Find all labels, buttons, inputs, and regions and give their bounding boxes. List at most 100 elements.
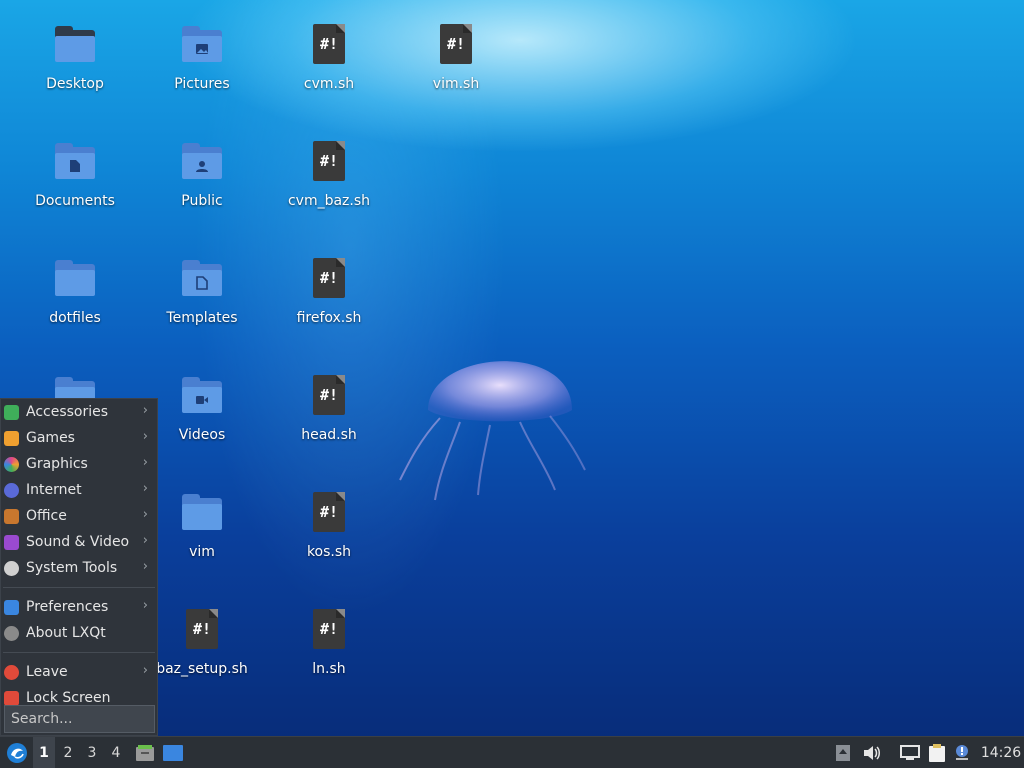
icon-label: Desktop xyxy=(46,76,104,92)
menu-item-system-tools[interactable]: System Tools › xyxy=(1,555,157,581)
icon-label: cvm_baz.sh xyxy=(287,193,371,209)
volume-button[interactable] xyxy=(860,737,884,768)
templates-folder-icon xyxy=(180,256,224,300)
folder-icon xyxy=(180,490,224,534)
videos-folder-icon xyxy=(180,373,224,417)
icon-label: kos.sh xyxy=(306,544,352,560)
menu-item-preferences[interactable]: Preferences › xyxy=(1,594,157,620)
menu-item-label: Sound & Video xyxy=(26,534,130,550)
icon-label: Templates xyxy=(166,310,238,326)
submenu-arrow-icon: › xyxy=(142,598,148,613)
sound-video-icon xyxy=(4,535,19,550)
internet-icon xyxy=(4,483,19,498)
office-icon xyxy=(4,509,19,524)
show-desktop-button[interactable] xyxy=(161,737,185,768)
workspace-3-button[interactable]: 3 xyxy=(81,737,103,768)
folder-icon xyxy=(53,256,97,300)
lxqt-logo-icon xyxy=(7,743,27,763)
workspace-2-button[interactable]: 2 xyxy=(57,737,79,768)
submenu-arrow-icon: › xyxy=(142,429,148,444)
pictures-folder-icon xyxy=(180,22,224,66)
arrow-up-icon xyxy=(836,745,850,761)
menu-item-graphics[interactable]: Graphics › xyxy=(1,451,157,477)
documents-folder-icon xyxy=(53,139,97,183)
menu-separator xyxy=(3,581,155,588)
icon-label: vim.sh xyxy=(432,76,480,92)
menu-item-leave[interactable]: Leave › xyxy=(1,659,157,685)
submenu-arrow-icon: › xyxy=(142,507,148,522)
menu-search-input[interactable] xyxy=(4,705,155,733)
desktop-icon-baz-setup[interactable]: #! baz_setup.sh xyxy=(142,585,262,685)
desktop-icon xyxy=(163,745,183,761)
menu-item-label: Leave xyxy=(26,664,68,680)
menu-item-label: Lock Screen xyxy=(26,690,111,706)
desktop-folder-icon xyxy=(53,22,97,66)
workspace-4-button[interactable]: 4 xyxy=(105,737,127,768)
desktop-icon-cvm-baz[interactable]: #! cvm_baz.sh xyxy=(269,117,389,217)
desktop-icon-head[interactable]: #! head.sh xyxy=(269,351,389,451)
clipboard-button[interactable] xyxy=(926,737,948,768)
desktop-icon-ln[interactable]: #! ln.sh xyxy=(269,585,389,685)
icon-label: Pictures xyxy=(174,76,230,92)
script-file-icon: #! xyxy=(307,490,351,534)
desktop-icon-vim-sh[interactable]: #! vim.sh xyxy=(396,0,516,100)
submenu-arrow-icon: › xyxy=(142,481,148,496)
desktop-icon-kos[interactable]: #! kos.sh xyxy=(269,468,389,568)
menu-item-label: Games xyxy=(26,430,75,446)
public-folder-icon xyxy=(180,139,224,183)
desktop-icon-pictures[interactable]: Pictures xyxy=(142,0,262,100)
script-file-icon: #! xyxy=(307,139,351,183)
info-icon xyxy=(4,626,19,641)
main-menu-button[interactable] xyxy=(4,737,30,768)
notification-icon xyxy=(956,745,968,760)
icon-label: dotfiles xyxy=(49,310,101,326)
icon-label: vim xyxy=(189,544,215,560)
file-manager-icon xyxy=(136,745,154,761)
volume-icon xyxy=(864,746,880,760)
network-icon xyxy=(900,745,920,760)
menu-item-label: Office xyxy=(26,508,67,524)
accessories-icon xyxy=(4,405,19,420)
script-file-icon: #! xyxy=(307,256,351,300)
taskbar: 1 2 3 4 14:26 xyxy=(0,736,1024,768)
clock[interactable]: 14:26 xyxy=(978,737,1024,768)
notification-button[interactable] xyxy=(951,737,973,768)
menu-item-games[interactable]: Games › xyxy=(1,425,157,451)
desktop-icon-dotfiles[interactable]: dotfiles xyxy=(15,234,135,334)
desktop-icon-videos[interactable]: Videos xyxy=(142,351,262,451)
menu-item-sound-video[interactable]: Sound & Video › xyxy=(1,529,157,555)
icon-label: baz_setup.sh xyxy=(156,661,248,677)
desktop-icon-documents[interactable]: Documents xyxy=(15,117,135,217)
wallpaper-jellyfish xyxy=(399,361,586,501)
menu-item-about[interactable]: About LXQt xyxy=(1,620,157,646)
script-file-icon: #! xyxy=(307,373,351,417)
menu-item-label: System Tools xyxy=(26,560,118,576)
desktop-icon-cvm[interactable]: #! cvm.sh xyxy=(269,0,389,100)
icon-label: Videos xyxy=(178,427,226,443)
icon-label: Documents xyxy=(35,193,115,209)
icon-label: cvm.sh xyxy=(303,76,355,92)
icon-label: firefox.sh xyxy=(296,310,362,326)
menu-item-label: Preferences xyxy=(26,599,109,615)
desktop-icon-firefox[interactable]: #! firefox.sh xyxy=(269,234,389,334)
script-file-icon: #! xyxy=(180,607,224,651)
tray-expand-button[interactable] xyxy=(833,737,853,768)
desktop-icon-desktop[interactable]: Desktop xyxy=(15,0,135,100)
menu-item-accessories[interactable]: Accessories › xyxy=(1,399,157,425)
graphics-icon xyxy=(4,457,19,472)
preferences-icon xyxy=(4,600,19,615)
file-manager-launcher[interactable] xyxy=(133,737,157,768)
desktop-icon-vim[interactable]: vim xyxy=(142,468,262,568)
script-file-icon: #! xyxy=(307,22,351,66)
desktop-icon-public[interactable]: Public xyxy=(142,117,262,217)
desktop-icon-templates[interactable]: Templates xyxy=(142,234,262,334)
icon-label: ln.sh xyxy=(312,661,346,677)
submenu-arrow-icon: › xyxy=(142,455,148,470)
games-icon xyxy=(4,431,19,446)
menu-item-label: Accessories xyxy=(26,404,109,420)
network-button[interactable] xyxy=(897,737,923,768)
icon-label: head.sh xyxy=(301,427,357,443)
workspace-1-button[interactable]: 1 xyxy=(33,737,55,768)
menu-item-internet[interactable]: Internet › xyxy=(1,477,157,503)
menu-item-office[interactable]: Office › xyxy=(1,503,157,529)
